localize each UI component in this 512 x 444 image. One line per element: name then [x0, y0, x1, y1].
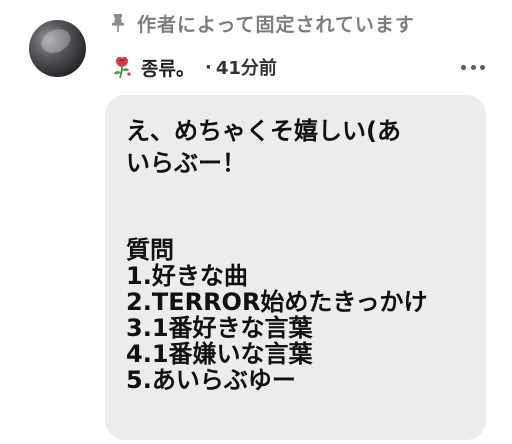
- more-options-icon[interactable]: [461, 64, 485, 70]
- more-dot: [470, 64, 476, 70]
- avatar[interactable]: [29, 20, 86, 77]
- rose-icon: [114, 57, 131, 79]
- message-line: 質問: [126, 236, 174, 264]
- message-line: [126, 211, 472, 237]
- message-line: いらぶー！: [126, 149, 246, 177]
- avatar-highlight: [37, 24, 75, 58]
- message-line: 4.1番嫌いな言葉: [126, 340, 313, 368]
- comment-bubble: え、めちゃくそ嬉しい(あ いらぶー！ 質問 1.好きな曲 2.TERROR始めた…: [105, 95, 486, 440]
- pinned-label: 作者によって固定されています: [137, 13, 415, 36]
- message-line: 5.あいらぶゆー: [126, 366, 296, 394]
- pinned-indicator: 作者によって固定されています: [111, 10, 415, 36]
- more-dot: [461, 64, 466, 70]
- pinned-comment: 作者によって固定されています 종류。 · 41分前 え、めちゃくそ嬉しい(あ い…: [0, 0, 512, 444]
- comment-meta: 종류。 · 41分前: [111, 54, 277, 80]
- message-line: 1.好きな曲: [126, 262, 248, 290]
- separator: ·: [204, 56, 212, 78]
- pin-icon: [112, 14, 124, 32]
- timestamp: 41分前: [215, 58, 277, 79]
- more-dot: [480, 64, 485, 70]
- message-line: [126, 179, 472, 211]
- message-line: 2.TERROR始めたきっかけ: [126, 288, 428, 316]
- message-line: 3.1番好きな言葉: [126, 314, 313, 342]
- username[interactable]: 종류。: [141, 54, 195, 81]
- message-line: え、めちゃくそ嬉しい(あ: [126, 117, 401, 145]
